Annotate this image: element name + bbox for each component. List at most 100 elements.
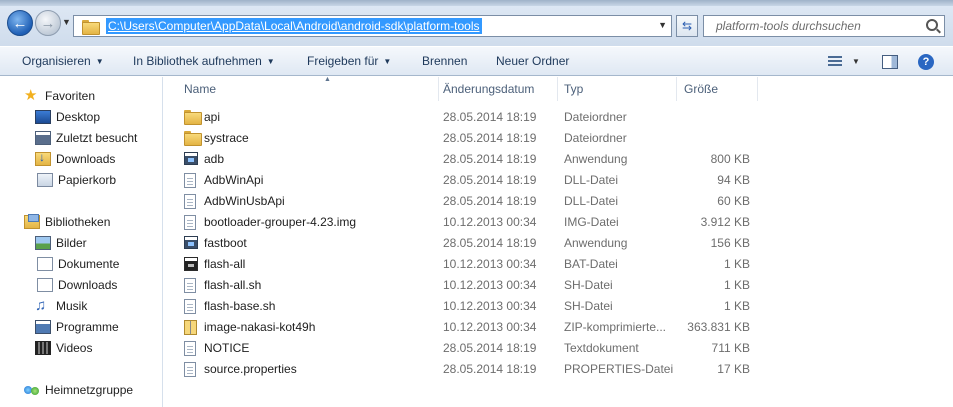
nav-item-documents[interactable]: Dokumente bbox=[35, 257, 119, 271]
change-view-icon[interactable] bbox=[828, 56, 842, 68]
file-type: ZIP-komprimierte... bbox=[564, 320, 667, 334]
column-divider[interactable] bbox=[557, 77, 558, 101]
file-size: 17 KB bbox=[717, 362, 750, 376]
recent-pages-dropdown[interactable]: ▼ bbox=[62, 17, 71, 27]
nav-favorites[interactable]: ★ Favoriten bbox=[24, 88, 95, 103]
nav-libraries[interactable]: Bibliotheken bbox=[24, 214, 110, 229]
file-type: SH-Datei bbox=[564, 299, 613, 313]
nav-item-pictures[interactable]: Bilder bbox=[35, 236, 87, 250]
file-icon bbox=[184, 215, 196, 230]
include-in-library-label: In Bibliothek aufnehmen bbox=[133, 54, 262, 68]
share-button[interactable]: Freigeben für ▼ bbox=[307, 54, 391, 68]
file-size: 3.912 KB bbox=[700, 215, 750, 229]
videos-icon bbox=[35, 341, 51, 355]
file-icon bbox=[184, 299, 196, 314]
file-size: 800 KB bbox=[710, 152, 750, 166]
file-type: Anwendung bbox=[564, 236, 628, 250]
desktop-icon bbox=[35, 110, 51, 124]
column-divider[interactable] bbox=[676, 77, 677, 101]
file-row[interactable]: AdbWinApi 28.05.2014 18:19 DLL-Datei 94 KB bbox=[164, 170, 953, 191]
nav-item-desktop[interactable]: Desktop bbox=[35, 110, 100, 124]
file-name: adb bbox=[204, 152, 225, 166]
column-label: Name bbox=[184, 82, 217, 96]
text-file-icon bbox=[184, 341, 196, 356]
music-icon: ♫ bbox=[35, 297, 47, 314]
nav-item-downloads[interactable]: Downloads bbox=[35, 150, 115, 166]
refresh-button[interactable]: ⇆ bbox=[676, 15, 698, 37]
nav-label: Bilder bbox=[56, 236, 87, 250]
burn-button[interactable]: Brennen bbox=[422, 54, 467, 68]
column-header-date[interactable]: Änderungsdatum bbox=[443, 77, 558, 101]
file-name: flash-all.sh bbox=[204, 278, 262, 292]
downloads-icon bbox=[35, 150, 51, 166]
file-size: 1 KB bbox=[723, 257, 750, 271]
column-divider[interactable] bbox=[438, 77, 439, 101]
nav-item-library-downloads[interactable]: Downloads bbox=[35, 278, 117, 292]
file-row[interactable]: source.properties 28.05.2014 18:19 PROPERT… bbox=[164, 359, 953, 380]
new-folder-button[interactable]: Neuer Ordner bbox=[496, 54, 569, 68]
chevron-down-icon[interactable]: ▼ bbox=[852, 57, 860, 66]
file-icon bbox=[184, 362, 196, 377]
nav-item-videos[interactable]: Videos bbox=[35, 341, 92, 355]
downloads-library-icon bbox=[37, 278, 53, 292]
nav-item-recent[interactable]: Zuletzt besucht bbox=[35, 131, 137, 145]
preview-pane-icon[interactable] bbox=[882, 55, 898, 69]
column-header-size[interactable]: Größe bbox=[684, 77, 754, 101]
file-row[interactable]: adb 28.05.2014 18:19 Anwendung 800 KB bbox=[164, 149, 953, 170]
chevron-down-icon: ▼ bbox=[62, 17, 71, 27]
back-button[interactable]: ← bbox=[7, 10, 33, 36]
help-icon[interactable]: ? bbox=[918, 54, 934, 70]
forward-button[interactable]: → bbox=[35, 10, 61, 36]
file-row[interactable]: NOTICE 28.05.2014 18:19 Textdokument 711 KB bbox=[164, 338, 953, 359]
nav-item-music[interactable]: ♫ Musik bbox=[35, 297, 87, 314]
file-row[interactable]: api 28.05.2014 18:19 Dateiordner bbox=[164, 107, 953, 128]
application-icon bbox=[184, 236, 198, 249]
file-size: 363.831 KB bbox=[687, 320, 750, 334]
nav-label: Downloads bbox=[58, 278, 118, 292]
chevron-down-icon: ▼ bbox=[95, 57, 104, 67]
nav-item-recycle-bin[interactable]: Papierkorb bbox=[35, 173, 116, 187]
column-header-type[interactable]: Typ bbox=[564, 77, 674, 101]
column-divider[interactable] bbox=[757, 77, 758, 101]
file-row[interactable]: fastboot 28.05.2014 18:19 Anwendung 156 KB bbox=[164, 233, 953, 254]
address-field[interactable]: C:\Users\Computer\AppData\Local\Android\… bbox=[73, 15, 672, 37]
file-date: 10.12.2013 00:34 bbox=[443, 320, 537, 334]
file-name: AdbWinApi bbox=[204, 173, 264, 187]
libraries-icon bbox=[24, 214, 40, 229]
file-row[interactable]: image-nakasi-kot49h 10.12.2013 00:34 ZIP-k… bbox=[164, 317, 953, 338]
column-label: Größe bbox=[684, 82, 719, 96]
file-row[interactable]: AdbWinUsbApi 28.05.2014 18:19 DLL-Datei 60 … bbox=[164, 191, 953, 212]
nav-item-programs[interactable]: Programme bbox=[35, 320, 119, 334]
include-in-library-button[interactable]: In Bibliothek aufnehmen ▼ bbox=[133, 54, 275, 68]
search-placeholder: platform-tools durchsuchen bbox=[716, 19, 861, 33]
address-path[interactable]: C:\Users\Computer\AppData\Local\Android\… bbox=[106, 18, 482, 34]
file-date: 28.05.2014 18:19 bbox=[443, 236, 537, 250]
recent-places-icon bbox=[35, 131, 51, 145]
file-size: 156 KB bbox=[710, 236, 750, 250]
folder-icon bbox=[184, 131, 202, 146]
file-row[interactable]: flash-all.sh 10.12.2013 00:34 SH-Datei 1 KB bbox=[164, 275, 953, 296]
nav-label: Heimnetzgruppe bbox=[45, 383, 134, 397]
file-type: DLL-Datei bbox=[564, 194, 619, 208]
file-date: 28.05.2014 18:19 bbox=[443, 341, 537, 355]
search-icon[interactable] bbox=[926, 19, 938, 31]
column-header-name[interactable]: Name ▲ bbox=[184, 76, 439, 101]
address-bar-region: ← → ▼ C:\Users\Computer\AppData\Local\An… bbox=[0, 0, 953, 46]
file-size: 94 KB bbox=[717, 173, 750, 187]
file-name: image-nakasi-kot49h bbox=[204, 320, 316, 334]
file-row[interactable]: bootloader-grouper-4.23.img 10.12.2013 00… bbox=[164, 212, 953, 233]
file-date: 28.05.2014 18:19 bbox=[443, 131, 537, 145]
chevron-down-icon[interactable]: ▼ bbox=[658, 20, 667, 30]
organize-button[interactable]: Organisieren ▼ bbox=[22, 54, 104, 68]
navigation-pane: ★ Favoriten Desktop Zuletzt besucht Downl… bbox=[0, 77, 163, 407]
nav-label: Programme bbox=[56, 320, 119, 334]
nav-label: Zuletzt besucht bbox=[56, 131, 138, 145]
file-date: 10.12.2013 00:34 bbox=[443, 278, 537, 292]
file-row[interactable]: flash-all 10.12.2013 00:34 BAT-Datei 1 KB bbox=[164, 254, 953, 275]
nav-homegroup[interactable]: Heimnetzgruppe bbox=[24, 383, 133, 397]
file-row[interactable]: systrace 28.05.2014 18:19 Dateiordner bbox=[164, 128, 953, 149]
file-type: Dateiordner bbox=[564, 131, 627, 145]
file-row[interactable]: flash-base.sh 10.12.2013 00:34 SH-Datei 1 K… bbox=[164, 296, 953, 317]
search-input[interactable]: platform-tools durchsuchen bbox=[703, 15, 945, 37]
file-type: Dateiordner bbox=[564, 110, 627, 124]
